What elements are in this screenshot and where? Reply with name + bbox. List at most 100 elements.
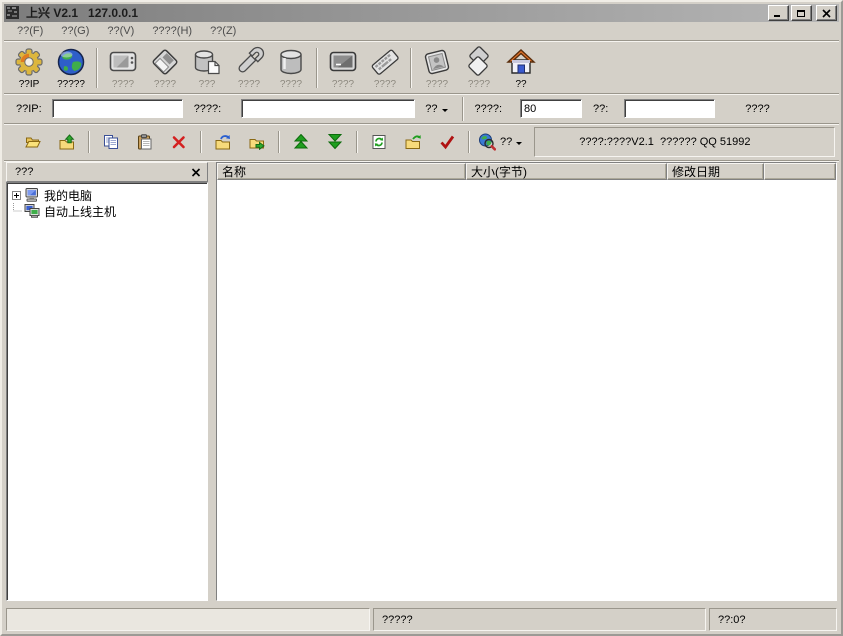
file-toolbar-separator (88, 131, 90, 153)
expand-plus-box[interactable] (9, 191, 23, 200)
connect-action-button[interactable]: ???? (745, 103, 769, 115)
tree-item-auto-hosts[interactable]: 自动上线主机 (9, 203, 205, 219)
open-folder-button[interactable] (21, 130, 45, 154)
toolbar-button-storage[interactable]: ??? (186, 44, 228, 92)
toolbar-button-label: ??? (199, 79, 216, 90)
menu-file[interactable]: ??(F) (8, 23, 52, 39)
mode-dropdown[interactable]: ?? (421, 101, 452, 117)
tree-connector (9, 203, 23, 219)
work-area: ??? (4, 161, 839, 603)
delete-button[interactable] (167, 130, 191, 154)
toolbar-button-label: ?? (515, 79, 526, 90)
column-header-filler (764, 163, 836, 180)
sidebar-close-button[interactable] (191, 168, 201, 177)
port-label: ????: (474, 103, 502, 115)
status-bar: ????? ??:0? (4, 606, 839, 632)
column-header-name[interactable]: 名称 (217, 163, 466, 180)
confirm-button[interactable] (435, 130, 459, 154)
toolbar-button-terminal[interactable]: ???? (322, 44, 364, 92)
browse-folder-button[interactable] (401, 130, 425, 154)
port-input[interactable] (520, 99, 582, 118)
maximize-button[interactable] (791, 5, 812, 21)
refresh-button[interactable] (367, 130, 391, 154)
panel-splitter[interactable] (208, 162, 216, 601)
close-icon (191, 168, 201, 177)
sidebar-header: ??? (6, 162, 208, 182)
folder-open-icon (25, 134, 41, 150)
file-list-body[interactable] (217, 180, 836, 600)
red-check-icon (439, 134, 455, 150)
toolbar-button-label: ????? (57, 79, 85, 90)
disk-icon (149, 46, 181, 78)
app-window: 上兴 V2.1 127.0.0.1 ??(F) ??(G) ??(V) ????… (0, 0, 843, 636)
pass-label: ??: (593, 103, 608, 115)
file-toolbar-separator (468, 131, 470, 153)
toolbar-button-label: ???? (374, 79, 396, 90)
folder-go-button[interactable] (245, 130, 269, 154)
connect-bar: ??IP: ????: ?? ????: ??: ???? (4, 94, 839, 124)
folder-up-button[interactable] (55, 130, 79, 154)
menu-help[interactable]: ????(H) (143, 23, 201, 39)
delete-x-icon (171, 134, 187, 150)
title-bar[interactable]: 上兴 V2.1 127.0.0.1 (4, 4, 839, 22)
target-input[interactable] (241, 99, 415, 118)
sidebar: ??? (6, 162, 208, 601)
mode-dropdown-label: ?? (425, 103, 437, 115)
menu-about[interactable]: ??(Z) (201, 23, 245, 39)
folder-refresh-icon (215, 134, 231, 150)
maximize-icon (796, 9, 807, 18)
toolbar-button-home[interactable]: ?? (500, 44, 542, 92)
ip-input[interactable] (52, 99, 183, 118)
toolbar-button-keyboard[interactable]: ???? (364, 44, 406, 92)
search-globe-icon (478, 133, 496, 151)
paste-icon (137, 134, 153, 150)
window-title: 上兴 V2.1 127.0.0.1 (26, 4, 768, 22)
copy-button[interactable] (99, 130, 123, 154)
close-button[interactable] (816, 5, 837, 21)
refresh-page-icon (371, 134, 387, 150)
folder-arrow-icon (405, 134, 421, 150)
keyboard-icon (369, 46, 401, 78)
menu-view[interactable]: ??(V) (98, 23, 143, 39)
toolbar-button-database[interactable]: ???? (270, 44, 312, 92)
toolbar-separator (410, 48, 412, 88)
database-icon (275, 46, 307, 78)
search-dropdown-label: ?? (500, 136, 512, 148)
toolbar-button-screen[interactable]: ???? (102, 44, 144, 92)
storage-icon (191, 46, 223, 78)
toolbar-separator (316, 48, 318, 88)
pass-input[interactable] (624, 99, 715, 118)
toolbar-button-label: ???? (112, 79, 134, 90)
copy-icon (103, 134, 119, 150)
gear-icon (13, 46, 45, 78)
column-header-size[interactable]: 大小(字节) (466, 163, 667, 180)
menu-tools[interactable]: ??(G) (52, 23, 98, 39)
ip-label: ??IP: (16, 103, 42, 115)
folder-up-icon (59, 134, 75, 150)
download-button[interactable] (323, 130, 347, 154)
status-progress-box (6, 608, 370, 631)
status-message: ????? (373, 608, 706, 631)
close-icon (821, 9, 832, 18)
toolbar-button-photo[interactable]: ???? (416, 44, 458, 92)
column-header-date[interactable]: 修改日期 (667, 163, 764, 180)
info-text: ????:????V2.1 ?????? QQ 51992 (579, 136, 750, 148)
file-list-header: 名称 大小(字节) 修改日期 (217, 163, 836, 180)
minimize-button[interactable] (768, 5, 789, 21)
search-dropdown[interactable]: ?? (478, 133, 522, 151)
connect-bar-separator (462, 97, 464, 121)
main-toolbar: ??IP ????? (4, 41, 839, 94)
toolbar-button-disk[interactable]: ???? (144, 44, 186, 92)
folder-refresh-button[interactable] (211, 130, 235, 154)
globe-icon (55, 46, 87, 78)
paste-button[interactable] (133, 130, 157, 154)
double-down-arrow-icon (327, 134, 343, 150)
toolbar-button-network[interactable]: ????? (50, 44, 92, 92)
toolbar-button-cards[interactable]: ???? (458, 44, 500, 92)
toolbar-button-set-ip[interactable]: ??IP (8, 44, 50, 92)
tree-item-my-computer[interactable]: 我的电脑 (9, 187, 205, 203)
toolbar-button-settings[interactable]: ???? (228, 44, 270, 92)
home-icon (505, 46, 537, 78)
info-panel: ????:????V2.1 ?????? QQ 51992 (534, 127, 835, 157)
upload-button[interactable] (289, 130, 313, 154)
